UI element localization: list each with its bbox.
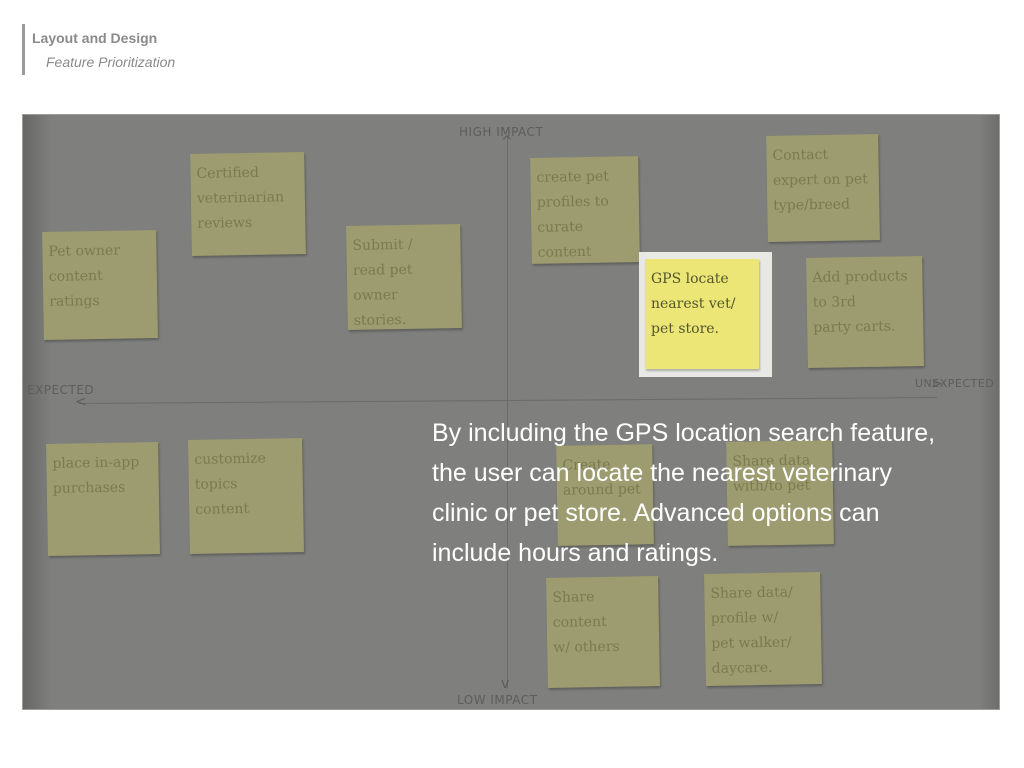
sticky-note: customize topics content [188,438,304,554]
axis-label-expected: EXPECTED [27,383,95,397]
sticky-note: Contact expert on pet type/breed [766,134,880,242]
caption-text: By including the GPS location search fea… [432,419,936,567]
whiteboard-photo: ^ v < > HIGH IMPACT LOW IMPACT EXPECTED … [22,114,1000,710]
photo-shadow-left [23,115,51,709]
sticky-note: Share data/ profile w/ pet walker/ dayca… [704,571,822,687]
sticky-note: Certified veterinarian reviews [190,152,306,256]
axis-label-unexpected: UNEXPECTED [915,377,995,390]
sticky-note: place in-app purchases [46,442,160,556]
axis-label-low-impact: LOW IMPACT [457,693,538,707]
sticky-note: Add products to 3rd party carts. [806,255,924,369]
sticky-note: Pet owner content ratings [42,230,158,340]
header-accent-bar [22,24,25,75]
slide-title: Layout and Design [32,30,158,46]
axis-label-high-impact: HIGH IMPACT [459,125,544,139]
sticky-note: create pet profiles to curate content [530,156,640,264]
photo-shadow-right [979,115,999,709]
arrow-down-icon: v [501,676,510,692]
arrow-left-icon: < [75,394,87,410]
slide: Layout and Design Feature Prioritization… [0,0,1024,768]
highlighted-sticky-note: GPS locate nearest vet/ pet store. [645,259,759,369]
sticky-note: Share content w/ others [546,576,660,688]
sticky-note: Submit / read pet owner stories. [346,224,462,330]
slide-subtitle: Feature Prioritization [46,54,176,70]
